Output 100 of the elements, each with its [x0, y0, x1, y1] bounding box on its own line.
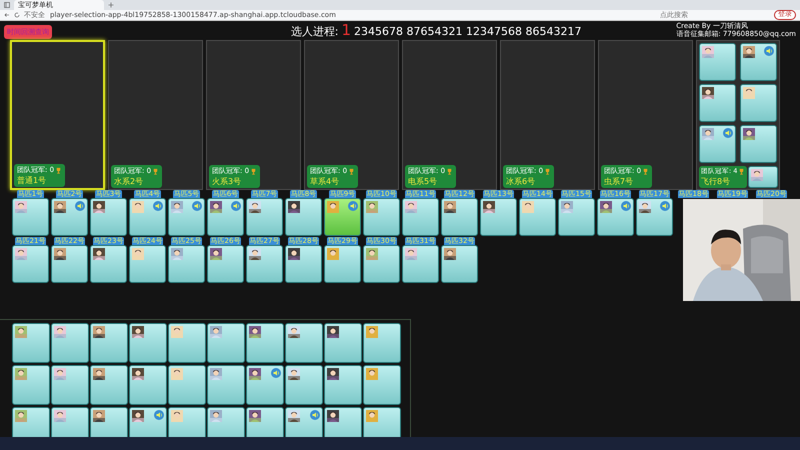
- player-card[interactable]: [90, 365, 128, 405]
- team-name: 水系2号: [114, 176, 144, 187]
- speaker-icon[interactable]: [154, 410, 164, 420]
- player-card[interactable]: [519, 198, 556, 236]
- progress-label: 选人进程:: [290, 24, 338, 39]
- trophy-icon: [642, 168, 650, 174]
- trophy-icon: [348, 168, 356, 174]
- team-name: 火系3号: [212, 176, 242, 187]
- back-icon[interactable]: [4, 12, 10, 18]
- player-card[interactable]: [90, 323, 128, 363]
- player-card[interactable]: [129, 365, 167, 405]
- player-card[interactable]: [51, 323, 89, 363]
- player-card[interactable]: [699, 84, 736, 122]
- trophy-icon: [55, 166, 62, 174]
- player-card[interactable]: [12, 407, 50, 437]
- player-card[interactable]: [51, 407, 89, 437]
- team-name: 虫系7号: [604, 176, 634, 187]
- player-card[interactable]: [207, 198, 244, 236]
- player-card[interactable]: [363, 407, 401, 437]
- speaker-icon[interactable]: [75, 201, 85, 211]
- player-card[interactable]: [246, 365, 284, 405]
- player-card[interactable]: [207, 245, 244, 283]
- player-card[interactable]: [168, 323, 206, 363]
- trophy-icon: [738, 168, 746, 175]
- player-card[interactable]: [207, 407, 245, 437]
- player-card[interactable]: [246, 198, 283, 236]
- team-name: 普通1号: [17, 175, 48, 186]
- current-pick: 1: [341, 21, 352, 39]
- player-card[interactable]: [402, 198, 439, 236]
- speaker-icon[interactable]: [764, 46, 774, 56]
- player-card[interactable]: [285, 407, 323, 437]
- player-card[interactable]: [207, 365, 245, 405]
- player-card[interactable]: [363, 323, 401, 363]
- speaker-icon[interactable]: [348, 201, 358, 211]
- player-card[interactable]: [246, 323, 284, 363]
- trophy-icon: [152, 168, 160, 174]
- player-card[interactable]: [207, 323, 245, 363]
- team-name: 冰系6号: [506, 176, 536, 187]
- player-card[interactable]: [12, 365, 50, 405]
- player-card[interactable]: [129, 407, 167, 437]
- player-card[interactable]: [168, 365, 206, 405]
- speaker-icon[interactable]: [660, 201, 670, 211]
- player-card[interactable]: [597, 198, 634, 236]
- player-card[interactable]: [324, 365, 362, 405]
- player-card[interactable]: [699, 43, 736, 81]
- pick-order: 2345678 87654321 12347568 86543217: [354, 25, 582, 38]
- refresh-icon[interactable]: [14, 12, 20, 18]
- player-card[interactable]: [168, 407, 206, 437]
- player-card[interactable]: [285, 323, 323, 363]
- sidebar-icon[interactable]: [4, 2, 10, 8]
- player-card[interactable]: [324, 198, 361, 236]
- player-card[interactable]: [740, 43, 777, 81]
- player-card[interactable]: [324, 407, 362, 437]
- trophy-icon: [446, 168, 454, 174]
- player-card[interactable]: [480, 198, 517, 236]
- team-name: 飞行8号: [701, 176, 732, 187]
- player-card[interactable]: [129, 245, 166, 283]
- player-card[interactable]: [51, 245, 88, 283]
- player-card[interactable]: [636, 198, 673, 236]
- player-card[interactable]: [441, 198, 478, 236]
- player-card[interactable]: [363, 365, 401, 405]
- player-card[interactable]: [51, 365, 89, 405]
- player-card[interactable]: [285, 198, 322, 236]
- player-card[interactable]: [51, 198, 88, 236]
- player-card[interactable]: [90, 407, 128, 437]
- player-card[interactable]: [90, 245, 127, 283]
- player-card[interactable]: [285, 365, 323, 405]
- player-card[interactable]: [285, 245, 322, 283]
- player-card[interactable]: [558, 198, 595, 236]
- player-card[interactable]: [324, 245, 361, 283]
- player-card[interactable]: [748, 166, 778, 188]
- team-name: 草系4号: [310, 176, 340, 187]
- speaker-icon[interactable]: [310, 410, 320, 420]
- speaker-icon[interactable]: [192, 201, 202, 211]
- trophy-icon: [250, 168, 258, 174]
- player-card[interactable]: [12, 198, 49, 236]
- player-card[interactable]: [12, 245, 49, 283]
- speaker-icon[interactable]: [723, 128, 733, 138]
- player-card[interactable]: [168, 245, 205, 283]
- player-card[interactable]: [363, 198, 400, 236]
- player-card[interactable]: [363, 245, 400, 283]
- speaker-icon[interactable]: [153, 201, 163, 211]
- player-card[interactable]: [129, 323, 167, 363]
- player-card[interactable]: [402, 245, 439, 283]
- trophy-icon: [544, 168, 552, 174]
- player-card[interactable]: [129, 198, 166, 236]
- speaker-icon[interactable]: [231, 201, 241, 211]
- player-card[interactable]: [441, 245, 478, 283]
- player-card[interactable]: [12, 323, 50, 363]
- player-card[interactable]: [246, 407, 284, 437]
- player-card[interactable]: [90, 198, 127, 236]
- speaker-icon[interactable]: [271, 368, 281, 378]
- player-card[interactable]: [246, 245, 283, 283]
- speaker-icon[interactable]: [621, 201, 631, 211]
- player-card[interactable]: [740, 84, 777, 122]
- player-card[interactable]: [324, 323, 362, 363]
- player-card[interactable]: [168, 198, 205, 236]
- plus-icon[interactable]: [108, 2, 114, 8]
- player-card[interactable]: [740, 125, 777, 163]
- player-card[interactable]: [699, 125, 736, 163]
